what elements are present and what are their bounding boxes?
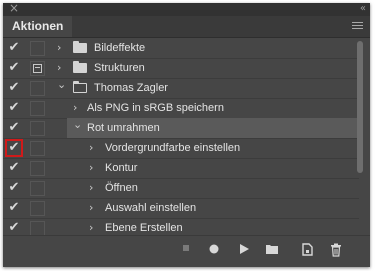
toggle-dialog-box[interactable] — [30, 141, 45, 156]
action-row[interactable]: ✔ ⌄ Rot umrahmen — [3, 118, 359, 139]
toggle-dialog-box[interactable] — [30, 81, 45, 96]
toggle-item-checkbox[interactable]: ✔ — [6, 180, 22, 196]
toggle-dialog-box[interactable] — [30, 41, 45, 56]
chevron-down-icon[interactable]: ⌄ — [57, 75, 66, 95]
panel-title-bar: × « — [3, 3, 370, 16]
row-label: Öffnen — [105, 182, 138, 194]
dialog-icon — [33, 64, 42, 73]
action-row[interactable]: ✔ ⌄ Thomas Zagler — [3, 78, 359, 99]
toggle-item-checkbox[interactable]: ✔ — [6, 60, 22, 76]
actions-list: ✔ › Bildeffekte ✔ › Strukturen ✔ ⌄ Thomas Zagler… — [3, 38, 359, 239]
scrollbar[interactable] — [357, 41, 365, 231]
action-row[interactable]: ✔ › Öffnen — [3, 178, 359, 199]
action-row[interactable]: ✔ › Bildeffekte — [3, 38, 359, 59]
action-row[interactable]: ✔ › Auswahl einstellen — [3, 198, 359, 219]
stop-icon — [183, 245, 189, 251]
toggle-dialog-box[interactable] — [30, 161, 45, 176]
record-icon — [209, 244, 219, 254]
toggle-item-checkbox[interactable]: ✔ — [5, 139, 23, 157]
tab-aktionen[interactable]: Aktionen — [3, 16, 73, 37]
row-label: Strukturen — [94, 62, 145, 74]
toggle-dialog-box[interactable] — [30, 201, 45, 216]
toggle-item-checkbox[interactable]: ✔ — [6, 220, 22, 236]
folder-icon — [266, 245, 278, 254]
folder-icon — [73, 61, 87, 73]
new-page-icon — [302, 243, 313, 256]
row-label: Rot umrahmen — [87, 122, 160, 134]
chevron-down-icon[interactable]: ⌄ — [73, 115, 82, 135]
row-label: Als PNG in sRGB speichern — [87, 102, 224, 114]
chevron-right-icon[interactable]: › — [89, 198, 93, 218]
chevron-right-icon[interactable]: › — [89, 178, 93, 198]
delete-button[interactable] — [327, 242, 345, 260]
hamburger-icon[interactable] — [352, 22, 363, 31]
new-action-button[interactable] — [298, 242, 316, 260]
row-label: Bildeffekte — [94, 42, 146, 54]
chevron-right-icon[interactable]: › — [89, 138, 93, 158]
toggle-item-checkbox[interactable]: ✔ — [6, 80, 22, 96]
actions-panel: × « Aktionen ✔ › Bildeffekte ✔ › Strukturen ✔ ⌄… — [3, 3, 370, 267]
toggle-item-checkbox[interactable]: ✔ — [6, 120, 22, 136]
folder-icon — [73, 41, 87, 53]
toggle-item-checkbox[interactable]: ✔ — [6, 160, 22, 176]
scrollbar-thumb[interactable] — [357, 41, 363, 173]
row-label: Thomas Zagler — [94, 82, 168, 94]
trash-icon — [331, 243, 341, 257]
play-icon — [240, 244, 249, 254]
tab-bar: Aktionen — [3, 16, 370, 38]
chevron-right-icon[interactable]: › — [89, 158, 93, 178]
toggle-item-checkbox[interactable]: ✔ — [6, 200, 22, 216]
close-icon[interactable]: × — [9, 3, 19, 15]
collapse-panel-icon[interactable]: « — [360, 3, 366, 15]
chevron-right-icon[interactable]: › — [57, 38, 61, 58]
toggle-item-checkbox[interactable]: ✔ — [6, 40, 22, 56]
play-button[interactable] — [235, 242, 253, 260]
toggle-dialog-box[interactable] — [30, 221, 45, 236]
action-row[interactable]: ✔ › Kontur — [3, 158, 359, 179]
action-row[interactable]: ✔ › Als PNG in sRGB speichern — [3, 98, 359, 119]
toggle-dialog-box[interactable] — [30, 61, 45, 76]
toggle-dialog-box[interactable] — [30, 101, 45, 116]
row-label: Kontur — [105, 162, 138, 174]
action-row[interactable]: ✔ › Vordergrundfarbe einstellen — [3, 138, 359, 159]
toggle-dialog-box[interactable] — [30, 181, 45, 196]
record-button[interactable] — [205, 242, 223, 260]
row-label: Vordergrundfarbe einstellen — [105, 142, 241, 154]
open-folder-icon — [73, 81, 87, 93]
toggle-dialog-box[interactable] — [30, 121, 45, 136]
stop-button[interactable] — [177, 242, 195, 260]
row-label: Auswahl einstellen — [105, 202, 197, 214]
actions-toolbar — [3, 235, 370, 267]
new-set-button[interactable] — [263, 242, 281, 260]
toggle-item-checkbox[interactable]: ✔ — [6, 100, 22, 116]
